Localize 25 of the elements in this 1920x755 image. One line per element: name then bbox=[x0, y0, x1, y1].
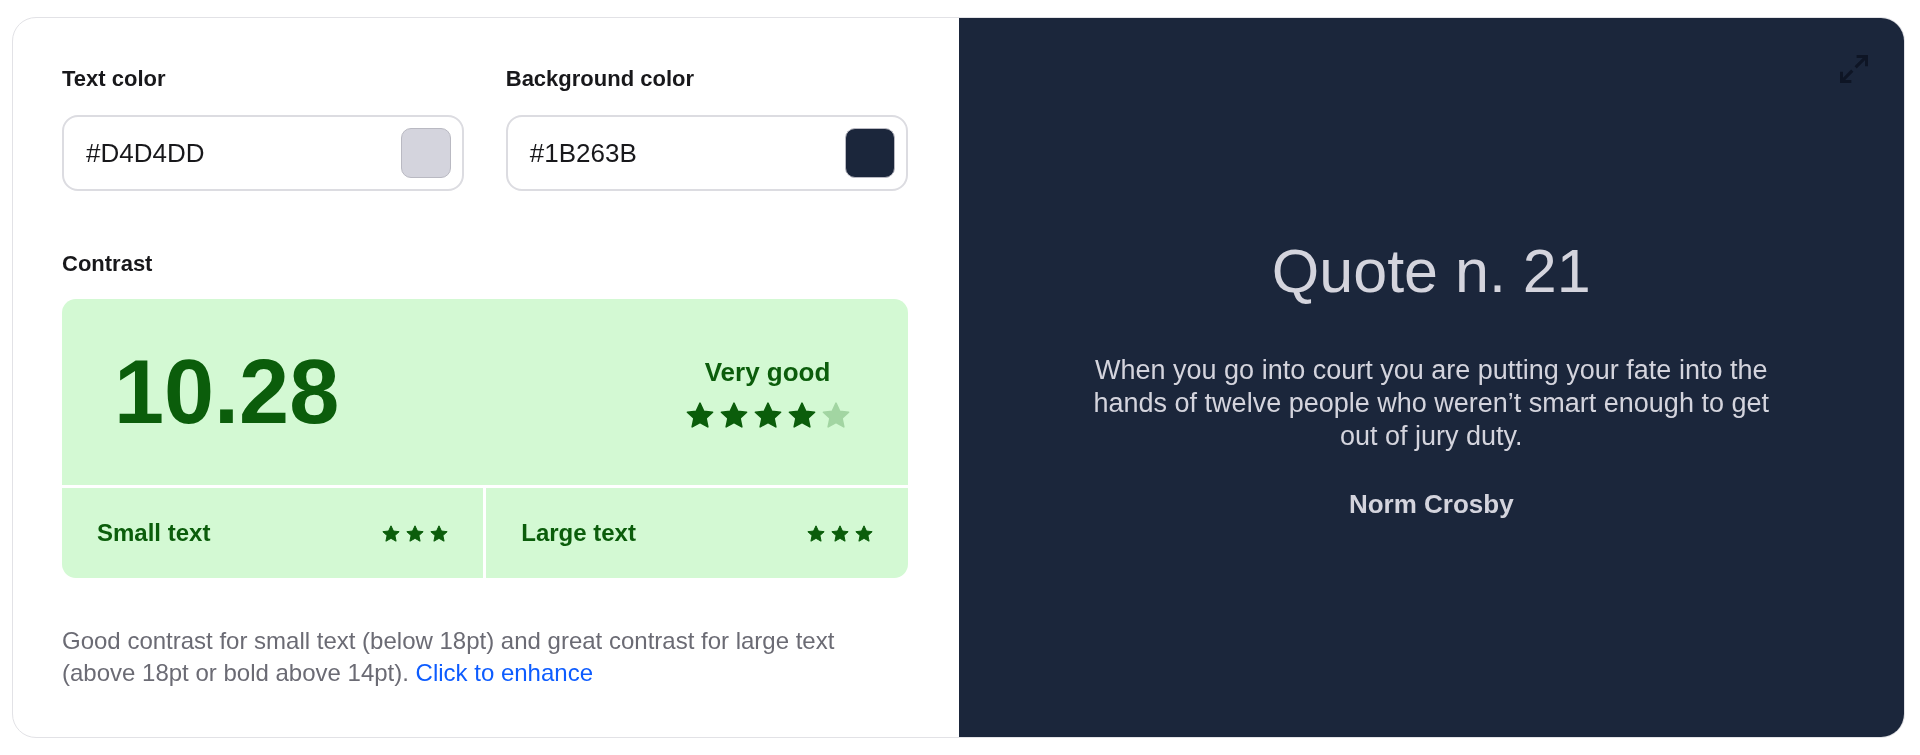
contrast-note: Good contrast for small text (below 18pt) and great contrast for large text (above 18pt or bold above 14pt). Click to enhance bbox=[62, 626, 836, 688]
field-label: Text color bbox=[62, 65, 167, 93]
enhance-link[interactable]: Click to enhance bbox=[415, 659, 593, 686]
text-size-label: Large text bbox=[521, 518, 636, 548]
star-icon bbox=[685, 402, 714, 428]
section-label: Contrast bbox=[62, 250, 154, 278]
rating-label: Very good bbox=[704, 356, 831, 388]
star-icon bbox=[806, 524, 825, 542]
quote-text: When you go into court you are putting your fate into the hands of twelve people who weren’t smart enough to get out of jury duty. bbox=[1092, 353, 1770, 453]
field-label: Background color bbox=[505, 65, 695, 93]
quote-author: Norm Crosby bbox=[1348, 487, 1514, 521]
star-icon bbox=[430, 524, 449, 542]
color-hex-input[interactable]: #D4D4DD bbox=[62, 115, 464, 191]
star-icon bbox=[753, 402, 782, 428]
star-icon bbox=[382, 524, 401, 542]
star-icon bbox=[719, 402, 748, 428]
color-hex-input[interactable]: #1B263B bbox=[505, 115, 908, 191]
text-size-label: Small text bbox=[97, 518, 211, 548]
star-icon bbox=[821, 402, 850, 428]
star-icon bbox=[406, 524, 425, 542]
quote-title: Quote n. 21 bbox=[1271, 235, 1591, 307]
contrast-ratio: 10.28 bbox=[114, 347, 340, 437]
star-icon bbox=[787, 402, 816, 428]
star-icon bbox=[830, 524, 849, 542]
star-icon bbox=[854, 524, 873, 542]
